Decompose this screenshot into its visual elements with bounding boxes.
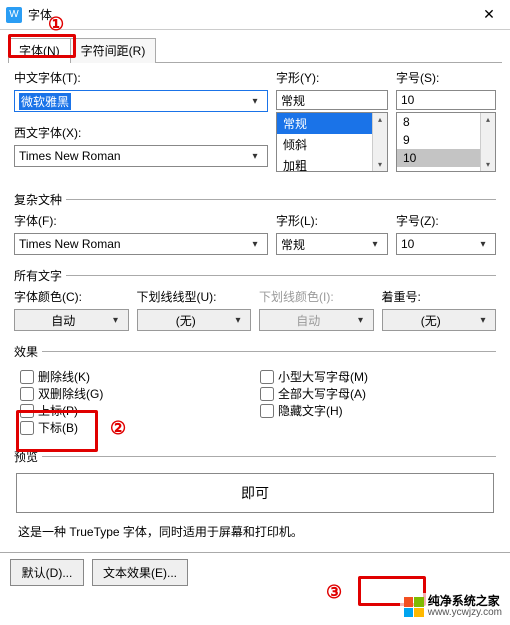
watermark: 纯净系统之家 www.ycwjzy.com: [400, 593, 506, 621]
complex-size-label: 字号(Z):: [396, 212, 496, 229]
cb-subscript[interactable]: 下标(B): [20, 419, 220, 436]
chevron-down-icon: ▾: [353, 315, 369, 326]
cn-size-option[interactable]: 10: [397, 149, 480, 167]
watermark-name: 纯净系统之家: [428, 595, 502, 607]
cn-size-input[interactable]: 10: [396, 90, 496, 110]
preview-box: 即可: [16, 473, 494, 513]
emphasis-combo[interactable]: (无) ▾: [382, 309, 497, 331]
underline-color-combo: 自动 ▾: [259, 309, 374, 331]
close-icon[interactable]: ✕: [474, 0, 504, 30]
chevron-down-icon: ▾: [108, 315, 124, 326]
preview-sample: 即可: [241, 483, 269, 503]
preview-group: 预览 即可: [14, 448, 496, 517]
cn-size-value: 10: [401, 93, 414, 107]
emphasis-label: 着重号:: [382, 288, 497, 305]
default-button[interactable]: 默认(D)...: [10, 559, 84, 586]
font-description: 这是一种 TrueType 字体，同时适用于屏幕和打印机。: [18, 523, 492, 540]
cn-size-listbox[interactable]: 8 9 10 ▴▾: [396, 112, 496, 172]
alltext-legend: 所有文字: [14, 267, 66, 284]
cn-style-label: 字形(Y):: [276, 69, 388, 86]
cn-font-value: 微软雅黑: [19, 93, 71, 110]
underline-type-value: (无): [142, 312, 231, 329]
titlebar: W 字体 ✕: [0, 0, 510, 30]
underline-color-value: 自动: [264, 312, 353, 329]
cb-smallcaps[interactable]: 小型大写字母(M): [260, 368, 368, 385]
chevron-down-icon: ▾: [367, 239, 383, 250]
cn-style-option[interactable]: 常规: [277, 113, 372, 134]
complex-style-combo[interactable]: 常规 ▾: [276, 233, 388, 255]
cn-style-input[interactable]: 常规: [276, 90, 388, 110]
underline-color-label: 下划线颜色(I):: [259, 288, 374, 305]
effects-group: 效果 删除线(K) 双删除线(G) 上标(P) 下标(B) 小型大写字母(M) …: [14, 343, 496, 440]
watermark-url: www.ycwjzy.com: [428, 607, 502, 619]
cb-hidden[interactable]: 隐藏文字(H): [260, 402, 368, 419]
watermark-logo-icon: [404, 597, 424, 617]
chevron-down-icon: ▾: [475, 315, 491, 326]
cb-strike-label: 删除线(K): [38, 368, 90, 385]
scrollbar[interactable]: ▴▾: [480, 113, 495, 171]
cb-superscript[interactable]: 上标(P): [20, 402, 220, 419]
cn-size-option[interactable]: 9: [397, 131, 480, 149]
preview-legend: 预览: [14, 448, 42, 465]
cb-superscript-label: 上标(P): [38, 402, 78, 419]
chevron-down-icon: ▾: [247, 239, 263, 250]
west-font-label: 西文字体(X):: [14, 124, 268, 141]
cb-smallcaps-label: 小型大写字母(M): [278, 368, 368, 385]
font-color-value: 自动: [19, 312, 108, 329]
complex-font-label: 字体(F):: [14, 212, 268, 229]
emphasis-value: (无): [387, 312, 476, 329]
cb-hidden-label: 隐藏文字(H): [278, 402, 343, 419]
bottom-bar: 默认(D)... 文本效果(E)...: [0, 552, 510, 592]
app-icon: W: [6, 7, 22, 23]
underline-type-combo[interactable]: (无) ▾: [137, 309, 252, 331]
complex-font-value: Times New Roman: [19, 237, 121, 251]
underline-type-label: 下划线线型(U):: [137, 288, 252, 305]
cn-size-label: 字号(S):: [396, 69, 496, 86]
cn-style-listbox[interactable]: 常规 倾斜 加粗 ▴▾: [276, 112, 388, 172]
chevron-down-icon: ▾: [475, 239, 491, 250]
window-title: 字体: [28, 6, 474, 23]
cb-double-strike[interactable]: 双删除线(G): [20, 385, 220, 402]
alltext-group: 所有文字 字体颜色(C): 自动 ▾ 下划线线型(U): (无) ▾ 下划线颜色…: [14, 267, 496, 335]
font-color-label: 字体颜色(C):: [14, 288, 129, 305]
cn-style-option[interactable]: 倾斜: [277, 134, 372, 155]
cb-subscript-label: 下标(B): [38, 419, 78, 436]
cb-strike[interactable]: 删除线(K): [20, 368, 220, 385]
cn-size-option[interactable]: 8: [397, 113, 480, 131]
tab-content: 中文字体(T): 微软雅黑 ▾ 字形(Y): 常规 常规 倾斜 加粗 ▴▾ 字号…: [0, 63, 510, 552]
tab-font[interactable]: 字体(N): [8, 38, 71, 63]
complex-legend: 复杂文种: [14, 191, 66, 208]
complex-font-combo[interactable]: Times New Roman ▾: [14, 233, 268, 255]
complex-size-value: 10: [401, 237, 414, 251]
complex-style-value: 常规: [281, 236, 305, 253]
tab-char-spacing[interactable]: 字符间距(R): [70, 38, 157, 63]
west-font-value: Times New Roman: [19, 149, 121, 163]
cn-font-label: 中文字体(T):: [14, 69, 268, 86]
cn-font-combo[interactable]: 微软雅黑 ▾: [14, 90, 268, 112]
cb-dstrike-label: 双删除线(G): [38, 385, 103, 402]
complex-size-combo[interactable]: 10 ▾: [396, 233, 496, 255]
text-effects-button[interactable]: 文本效果(E)...: [92, 559, 188, 586]
scrollbar[interactable]: ▴▾: [372, 113, 387, 171]
font-color-combo[interactable]: 自动 ▾: [14, 309, 129, 331]
cn-style-value: 常规: [281, 92, 305, 109]
complex-style-label: 字形(L):: [276, 212, 388, 229]
tab-bar: 字体(N) 字符间距(R): [8, 38, 502, 63]
effects-legend: 效果: [14, 343, 42, 360]
complex-group: 复杂文种 字体(F): Times New Roman ▾ 字形(L): 常规 …: [14, 191, 496, 259]
cn-style-option[interactable]: 加粗: [277, 155, 372, 172]
cb-allcaps-label: 全部大写字母(A): [278, 385, 366, 402]
cb-allcaps[interactable]: 全部大写字母(A): [260, 385, 368, 402]
west-font-combo[interactable]: Times New Roman ▾: [14, 145, 268, 167]
chevron-down-icon: ▾: [230, 315, 246, 326]
chevron-down-icon: ▾: [247, 96, 263, 107]
chevron-down-icon: ▾: [247, 151, 263, 162]
